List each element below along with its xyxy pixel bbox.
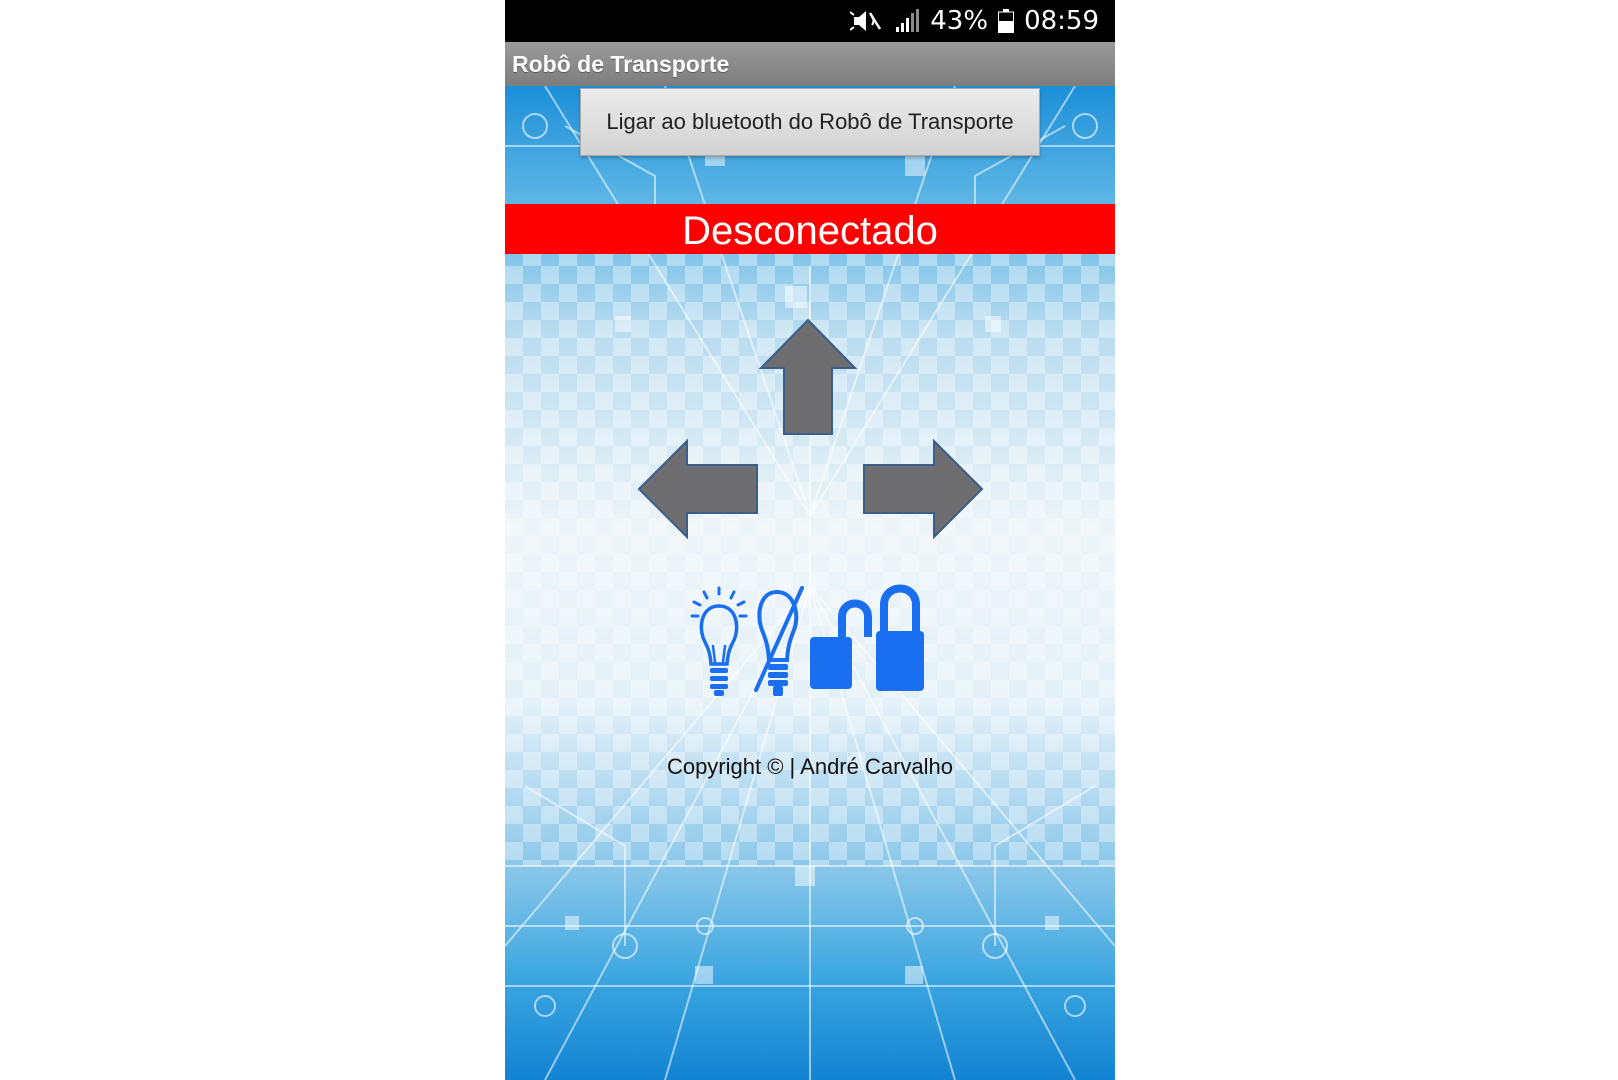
turn-right-button[interactable] (862, 438, 984, 540)
connection-status-banner: Desconectado (505, 204, 1115, 254)
battery-percent: 43% (930, 6, 989, 36)
phone-screen: 43% 08:59 Robô de Transporte Ligar ao bl… (505, 0, 1115, 1080)
lock-icon (876, 584, 924, 691)
light-on-button[interactable] (690, 586, 748, 698)
arrow-left-icon (637, 438, 758, 540)
light-off-icon (754, 586, 804, 696)
status-bar: 43% 08:59 (505, 0, 1115, 42)
connect-bluetooth-button[interactable]: Ligar ao bluetooth do Robô de Transporte (580, 88, 1040, 156)
mute-icon (850, 8, 884, 34)
battery-icon (998, 9, 1015, 33)
arrow-up-icon (758, 318, 858, 435)
unlock-button[interactable] (808, 593, 872, 693)
light-on-icon (690, 586, 748, 696)
copyright-text: Copyright © | André Carvalho (666, 754, 954, 779)
unlock-icon (810, 599, 872, 689)
lock-button[interactable] (874, 583, 926, 693)
light-off-button[interactable] (750, 586, 808, 698)
move-forward-button[interactable] (758, 318, 858, 436)
main-content: Ligar ao bluetooth do Robô de Transporte… (505, 86, 1115, 1080)
signal-icon (894, 9, 920, 33)
app-title: Robô de Transporte (505, 42, 1115, 86)
turn-left-button[interactable] (637, 438, 759, 540)
clock: 08:59 (1024, 6, 1099, 36)
arrow-right-icon (863, 438, 984, 540)
